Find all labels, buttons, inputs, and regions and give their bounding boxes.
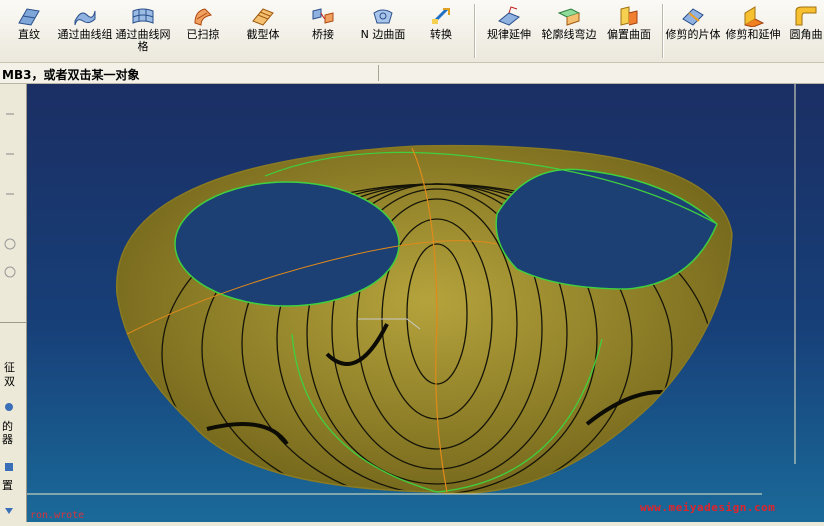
graphics-viewport[interactable]	[27, 84, 824, 522]
trimmed-sheet-button[interactable]: 修剪的片体	[664, 2, 722, 60]
through-curves-icon	[74, 10, 96, 26]
transform-label: 转换	[430, 28, 452, 41]
bridge-icon	[312, 8, 334, 24]
ruled-surface-icon	[18, 8, 40, 26]
offset-surface-icon	[620, 6, 638, 26]
flange-icon	[557, 8, 581, 26]
face-blend-button[interactable]: 圆角曲	[784, 2, 824, 60]
watermark-text: www.meiyadesign.com	[640, 501, 776, 514]
resource-label-feature2: 双	[4, 375, 15, 388]
swept-icon	[194, 8, 213, 26]
law-extension-label: 规律延伸	[487, 28, 531, 41]
resource-divider	[0, 322, 26, 323]
section-body-button[interactable]: 截型体	[234, 2, 292, 60]
trimmed-sheet-icon	[682, 8, 704, 26]
offset-surface-label: 偏置曲面	[607, 28, 651, 41]
through-curve-mesh-button[interactable]: 通过曲线网格	[114, 2, 172, 60]
swept-label: 已扫掠	[186, 28, 220, 41]
face-blend-icon	[795, 6, 817, 26]
transform-button[interactable]: 转换	[412, 2, 470, 60]
law-extension-button[interactable]: 规律延伸	[480, 2, 538, 60]
transform-icon	[431, 7, 450, 25]
trim-hole-left[interactable]	[174, 181, 400, 307]
n-sided-button[interactable]: N 边曲面	[354, 2, 412, 60]
resource-label-of: 的	[2, 420, 13, 433]
cue-line-text: MB3，或者双击某一对象	[2, 68, 140, 82]
surface-toolbar: 直纹 通过曲线组 通过曲线网格 已扫掠 截型体 桥接 N 边曲面 转换 规律延伸…	[0, 0, 824, 63]
part-icon[interactable]	[2, 460, 16, 474]
resource-label-of2: 器	[2, 433, 13, 446]
trimmed-sheet-label: 修剪的片体	[665, 28, 721, 41]
trim-extend-button[interactable]: 修剪和延伸	[724, 2, 782, 60]
trim-extend-label: 修剪和延伸	[725, 28, 781, 41]
resource-label-feature: 征	[4, 361, 15, 374]
through-curves-label: 通过曲线组	[57, 28, 113, 41]
flange-button[interactable]: 轮廓线弯边	[540, 2, 598, 60]
bridge-button[interactable]: 桥接	[294, 2, 352, 60]
flange-label: 轮廓线弯边	[541, 28, 597, 41]
section-body-label: 截型体	[246, 28, 280, 41]
surface-model[interactable]	[27, 84, 824, 522]
cue-line: MB3，或者双击某一对象	[0, 63, 824, 84]
offset-surface-button[interactable]: 偏置曲面	[600, 2, 658, 60]
chevron-down-icon[interactable]	[2, 504, 16, 518]
curve-mesh-icon	[132, 8, 154, 24]
bridge-label: 桥接	[312, 28, 334, 41]
section-body-icon	[252, 8, 274, 26]
ruled-button[interactable]: 直纹	[0, 2, 58, 60]
resource-label-place: 置	[2, 479, 13, 492]
navigator-icon[interactable]	[2, 400, 16, 414]
n-sided-label: N 边曲面	[360, 28, 406, 41]
through-curve-mesh-label: 通过曲线网格	[115, 28, 171, 53]
ruled-label: 直纹	[18, 28, 40, 41]
face-blend-label: 圆角曲	[789, 28, 823, 41]
law-extension-icon	[498, 6, 520, 26]
trim-extend-icon	[744, 6, 765, 27]
toolbar-separator	[474, 4, 476, 58]
bottom-left-label: ron.wrote	[30, 510, 85, 521]
resource-bar-tools	[4, 113, 16, 278]
status-separator	[378, 65, 379, 81]
swept-button[interactable]: 已扫掠	[174, 2, 232, 60]
through-curves-button[interactable]: 通过曲线组	[56, 2, 114, 60]
n-sided-icon	[373, 9, 393, 24]
resource-bar: 征 双 的 器 置	[0, 84, 27, 522]
